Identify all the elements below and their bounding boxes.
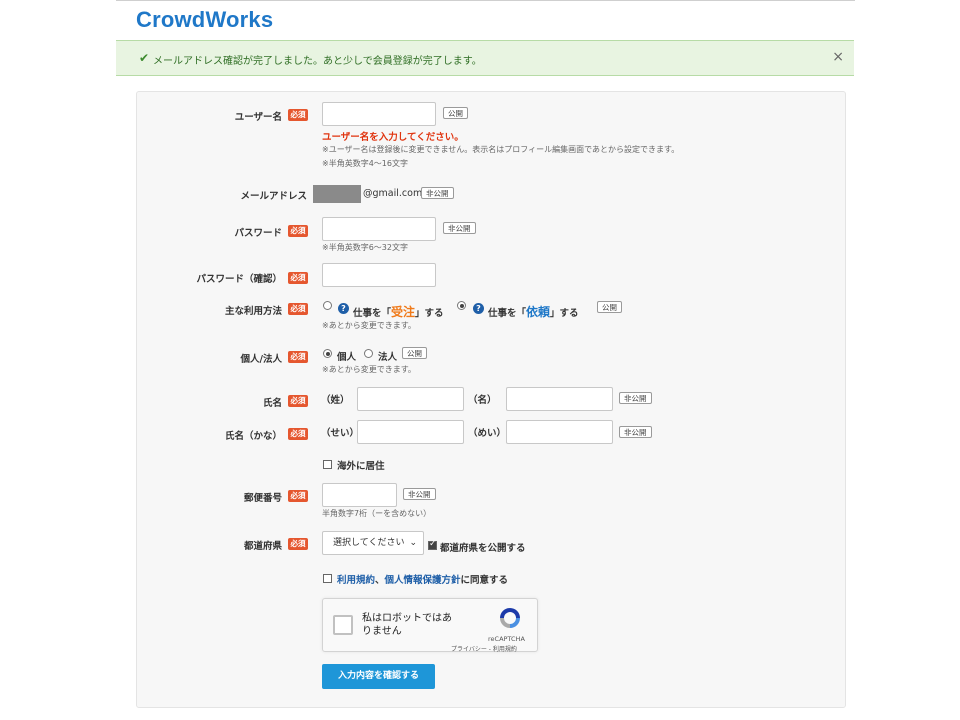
required-badge: 必須 bbox=[288, 109, 308, 121]
chevron-down-icon: ⌄ bbox=[409, 538, 417, 548]
private-badge: 非公開 bbox=[619, 426, 652, 438]
password-input[interactable] bbox=[322, 217, 436, 241]
username-label: ユーザー名 bbox=[234, 112, 282, 123]
publish-prefecture-checkbox[interactable] bbox=[428, 539, 437, 550]
terms-label: 利用規約、個人情報保護方針に同意する bbox=[337, 575, 509, 586]
public-badge: 公開 bbox=[597, 301, 622, 313]
required-badge: 必須 bbox=[288, 225, 308, 237]
usage-option-receive[interactable]: 仕事を「受注」する bbox=[353, 303, 444, 320]
last-name-kana-input[interactable] bbox=[357, 420, 464, 444]
first-name-kana-input[interactable] bbox=[506, 420, 613, 444]
public-badge: 公開 bbox=[402, 347, 427, 359]
usage-option-order[interactable]: 仕事を「依頼」する bbox=[488, 303, 579, 320]
username-input[interactable] bbox=[322, 102, 436, 126]
required-badge: 必須 bbox=[288, 490, 308, 502]
question-icon[interactable]: ? bbox=[473, 303, 484, 314]
prefecture-select[interactable]: 選択してください ⌄ bbox=[322, 531, 424, 555]
usage-label: 主な利用方法 bbox=[224, 306, 282, 317]
prefecture-select-value: 選択してください bbox=[333, 538, 405, 548]
usage-radio-receive[interactable] bbox=[323, 301, 332, 310]
entity-option-individual[interactable]: 個人 bbox=[337, 349, 356, 363]
overseas-label[interactable]: 海外に居住 bbox=[337, 458, 385, 472]
recaptcha-logo-icon bbox=[500, 608, 520, 628]
public-badge: 公開 bbox=[443, 107, 468, 119]
publish-prefecture-label[interactable]: 都道府県を公開する bbox=[440, 540, 526, 554]
required-badge: 必須 bbox=[288, 428, 308, 440]
password-note: ※半角英数字6〜32文字 bbox=[322, 243, 408, 252]
registration-form: ユーザー名 必須 公開 ユーザー名を入力してください。 ※ユーザー名は登録後に変… bbox=[136, 91, 846, 708]
terms-checkbox[interactable] bbox=[323, 574, 332, 583]
private-badge: 非公開 bbox=[443, 222, 476, 234]
question-icon[interactable]: ? bbox=[338, 303, 349, 314]
password-confirm-input[interactable] bbox=[322, 263, 436, 287]
entity-radio-corporate[interactable] bbox=[364, 349, 373, 358]
name-first-label: （名） bbox=[468, 395, 497, 406]
recaptcha-brand: reCAPTCHA bbox=[488, 635, 525, 643]
email-label: メールアドレス bbox=[240, 191, 307, 202]
success-alert: ✔ メールアドレス確認が完了しました。あと少しで会員登録が完了します。 × bbox=[116, 40, 854, 76]
usage-radio-order[interactable] bbox=[457, 301, 466, 310]
redacted-email bbox=[313, 185, 361, 203]
recaptcha-widget: 私はロボットではありません reCAPTCHA プライバシー - 利用規約 bbox=[322, 598, 538, 653]
username-length-note: ※半角英数字4〜16文字 bbox=[322, 159, 408, 168]
entity-note: ※あとから変更できます。 bbox=[322, 365, 416, 374]
required-badge: 必須 bbox=[288, 395, 308, 407]
required-badge: 必須 bbox=[288, 351, 308, 363]
required-badge: 必須 bbox=[288, 303, 308, 315]
last-name-input[interactable] bbox=[357, 387, 464, 411]
postal-input[interactable] bbox=[322, 483, 397, 507]
entity-option-corporate[interactable]: 法人 bbox=[378, 349, 397, 363]
recaptcha-label: 私はロボットではありません bbox=[362, 613, 452, 637]
postal-label: 郵便番号 bbox=[243, 493, 282, 504]
first-name-input[interactable] bbox=[506, 387, 613, 411]
entity-label: 個人/法人 bbox=[240, 354, 282, 365]
recaptcha-links[interactable]: プライバシー - 利用規約 bbox=[451, 644, 517, 653]
privacy-policy-link[interactable]: 個人情報保護方針 bbox=[385, 575, 461, 586]
check-icon: ✔ bbox=[139, 51, 150, 65]
name-label: 氏名 bbox=[262, 398, 282, 409]
username-note: ※ユーザー名は登録後に変更できません。表示名はプロフィール編集画面であとから設定… bbox=[322, 145, 680, 154]
close-icon[interactable]: × bbox=[832, 49, 844, 65]
email-value: @gmail.com bbox=[363, 188, 423, 199]
kana-last-label: （せい） bbox=[321, 428, 360, 439]
password-label: パスワード bbox=[234, 228, 282, 239]
entity-radio-individual[interactable] bbox=[323, 349, 332, 358]
required-badge: 必須 bbox=[288, 272, 308, 284]
confirm-submit-button[interactable]: 入力内容を確認する bbox=[322, 664, 435, 689]
required-badge: 必須 bbox=[288, 538, 308, 550]
password-confirm-label: パスワード（確認） bbox=[196, 274, 282, 285]
recaptcha-checkbox[interactable] bbox=[333, 615, 353, 635]
name-kana-label: 氏名（かな） bbox=[224, 431, 282, 442]
alert-message: メールアドレス確認が完了しました。あと少しで会員登録が完了します。 bbox=[153, 56, 482, 67]
private-badge: 非公開 bbox=[421, 187, 454, 199]
prefecture-label: 都道府県 bbox=[243, 541, 282, 552]
private-badge: 非公開 bbox=[619, 392, 652, 404]
top-divider bbox=[116, 0, 855, 1]
crowdworks-logo[interactable]: CrowdWorks bbox=[136, 7, 273, 33]
usage-note: ※あとから変更できます。 bbox=[322, 321, 416, 330]
kana-first-label: （めい） bbox=[468, 428, 507, 439]
name-last-label: （姓） bbox=[321, 395, 350, 406]
postal-note: 半角数字7桁（ーを含めない） bbox=[322, 509, 432, 518]
terms-of-use-link[interactable]: 利用規約 bbox=[337, 575, 375, 586]
private-badge: 非公開 bbox=[403, 488, 436, 500]
overseas-checkbox[interactable] bbox=[323, 460, 332, 469]
username-error: ユーザー名を入力してください。 bbox=[322, 132, 464, 143]
